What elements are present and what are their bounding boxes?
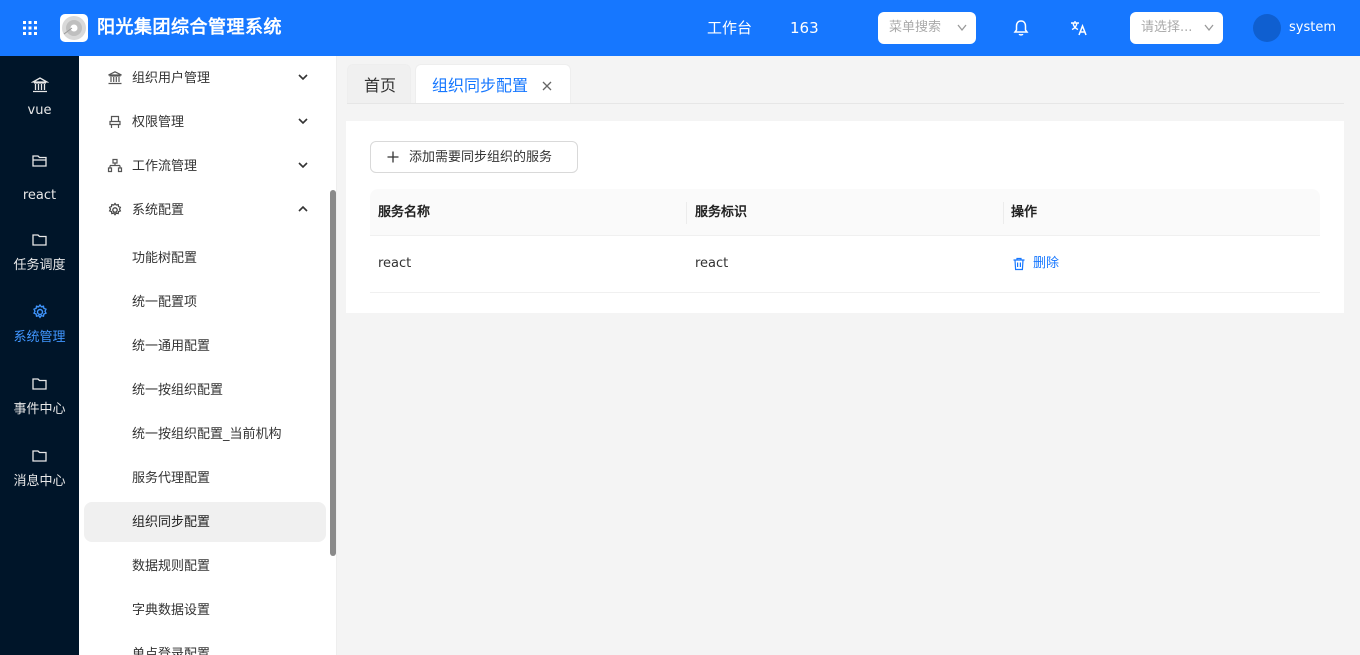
cluster-icon [107, 158, 123, 173]
column-header-service-name: 服务名称 [378, 205, 431, 220]
menu-item-unified-general-config[interactable]: 统一通用配置 [84, 326, 326, 366]
menu-item-label: 统一通用配置 [132, 339, 211, 354]
primary-nav-rail: vue react 任务调度 系统管理 事件中心 消息中心 [0, 56, 79, 655]
add-sync-service-button[interactable]: 添加需要同步组织的服务 [370, 141, 578, 173]
menu-item-data-rule-config[interactable]: 数据规则配置 [84, 546, 326, 586]
rail-item-event-center[interactable]: 事件中心 [0, 375, 79, 419]
menu-item-label: 服务代理配置 [132, 471, 211, 486]
close-icon[interactable] [541, 80, 553, 92]
menu-item-label: 统一配置项 [132, 295, 198, 310]
tab-label: 组织同步配置 [432, 76, 529, 95]
menu-search-placeholder: 菜单搜索 [889, 20, 942, 35]
menu-item-label: 统一按组织配置_当前机构 [132, 427, 282, 442]
apps-grid-icon[interactable] [21, 19, 39, 37]
translate-icon[interactable] [1069, 18, 1089, 38]
rail-item-system-management[interactable]: 系统管理 [0, 303, 79, 347]
content-card: 添加需要同步组织的服务 服务名称 服务标识 操作 react react 删除 [346, 121, 1344, 313]
chevron-down-icon [298, 162, 308, 169]
menu-group-org-user-management[interactable]: 组织用户管理 [79, 58, 329, 98]
chevron-up-icon [298, 205, 308, 212]
add-button-label: 添加需要同步组织的服务 [409, 150, 553, 165]
menu-item-org-config-current[interactable]: 统一按组织配置_当前机构 [84, 414, 326, 454]
user-name[interactable]: system [1289, 19, 1336, 37]
delete-label: 删除 [1033, 256, 1060, 271]
column-header-actions: 操作 [1011, 205, 1038, 220]
rail-label: 系统管理 [13, 330, 66, 345]
folder-icon [31, 378, 47, 390]
secondary-side-menu: 组织用户管理 权限管理 工作流管理 系统配置 功能树配置 统一配置项 统一通用配… [79, 56, 337, 655]
rail-label: 任务调度 [13, 258, 66, 273]
menu-item-org-sync-config[interactable]: 组织同步配置 [84, 502, 326, 542]
folder-icon [31, 450, 47, 462]
menu-search-select[interactable]: 菜单搜索 [878, 12, 976, 44]
user-avatar[interactable] [1253, 14, 1281, 42]
rail-item-vue[interactable]: vue [0, 76, 79, 120]
menu-item-dictionary-settings[interactable]: 字典数据设置 [84, 590, 326, 630]
menu-item-function-tree-config[interactable]: 功能树配置 [84, 238, 326, 278]
rail-label: 事件中心 [13, 402, 66, 417]
plus-icon [387, 151, 399, 163]
org-select[interactable]: 请选择... [1130, 12, 1223, 44]
rail-item-task-scheduling[interactable]: 任务调度 [0, 231, 79, 275]
menu-group-workflow-management[interactable]: 工作流管理 [79, 146, 329, 186]
mail-163-link[interactable]: 163 [790, 17, 819, 39]
table-row: react react 删除 [370, 236, 1320, 293]
tab-label: 首页 [364, 76, 397, 95]
menu-item-label: 单点登录配置 [132, 647, 211, 655]
menu-group-label: 系统配置 [132, 203, 185, 218]
trash-icon [1013, 257, 1025, 271]
rail-label: 消息中心 [13, 474, 66, 489]
menu-item-label: 组织同步配置 [132, 515, 211, 530]
menu-item-org-config[interactable]: 统一按组织配置 [84, 370, 326, 410]
menu-item-unified-config[interactable]: 统一配置项 [84, 282, 326, 322]
menu-group-label: 权限管理 [132, 115, 185, 130]
app-title: 阳光集团综合管理系统 [97, 17, 282, 38]
cell-service-name: react [378, 256, 412, 271]
chevron-down-icon [298, 118, 308, 125]
menu-group-label: 工作流管理 [132, 159, 198, 174]
app-logo [60, 14, 88, 42]
menu-item-label: 统一按组织配置 [132, 383, 224, 398]
tabs-divider [347, 103, 1344, 104]
menu-group-system-config[interactable]: 系统配置 [79, 190, 329, 230]
folder-icon [31, 234, 47, 246]
org-select-placeholder: 请选择... [1141, 20, 1193, 35]
menu-item-sso-config[interactable]: 单点登录配置 [84, 634, 326, 655]
workbench-link[interactable]: 工作台 [707, 17, 752, 39]
menu-group-permission-management[interactable]: 权限管理 [79, 102, 329, 142]
gear-icon [32, 303, 47, 319]
chevron-down-icon [298, 74, 308, 81]
chevron-down-icon [956, 12, 968, 57]
column-divider [686, 202, 687, 224]
menu-item-label: 字典数据设置 [132, 603, 211, 618]
chevron-down-icon [1203, 12, 1215, 57]
menu-item-service-proxy-config[interactable]: 服务代理配置 [84, 458, 326, 498]
table-header: 服务名称 服务标识 操作 [370, 189, 1320, 236]
menu-group-label: 组织用户管理 [132, 71, 211, 86]
menu-item-label: 功能树配置 [132, 251, 198, 266]
rail-label: react [22, 188, 57, 203]
submenu-scrollbar[interactable] [330, 190, 336, 556]
cell-service-id: react [695, 256, 729, 271]
bank-icon [30, 77, 49, 93]
gear-icon [108, 202, 122, 216]
column-divider [1003, 202, 1004, 224]
column-header-service-id: 服务标识 [695, 205, 748, 220]
tab-home[interactable]: 首页 [347, 64, 411, 104]
folder-open-icon [31, 155, 47, 167]
seat-icon [109, 115, 121, 128]
rail-item-message-center[interactable]: 消息中心 [0, 447, 79, 491]
tab-org-sync-config[interactable]: 组织同步配置 [415, 64, 571, 104]
rail-label: vue [27, 103, 52, 118]
bell-icon[interactable] [1011, 18, 1031, 38]
bank-icon [108, 71, 122, 85]
rail-item-react[interactable]: react [0, 152, 79, 205]
top-header: 阳光集团综合管理系统 工作台 163 菜单搜索 请选择... system [0, 0, 1360, 56]
menu-item-label: 数据规则配置 [132, 559, 211, 574]
